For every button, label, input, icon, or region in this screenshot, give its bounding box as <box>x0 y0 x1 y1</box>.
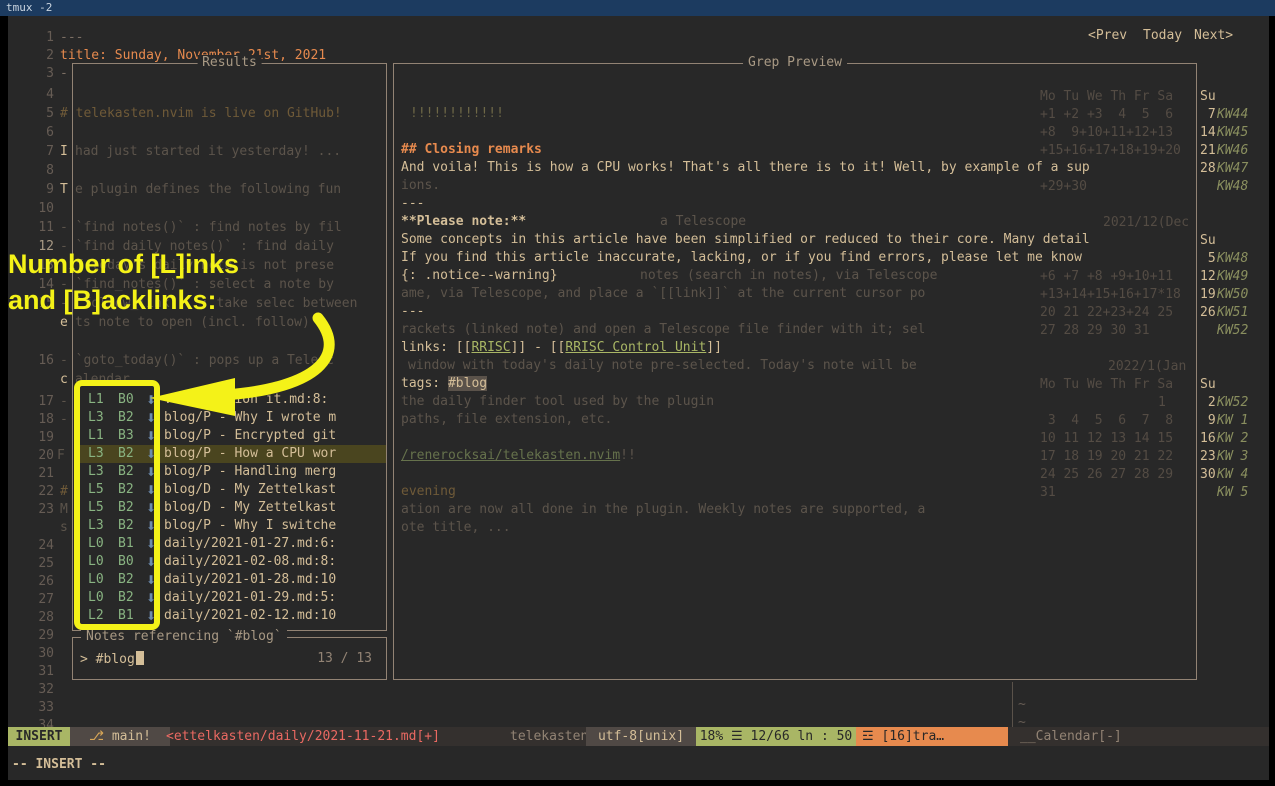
result-item-label: daily/2021-02-12.md:10 <box>164 607 336 625</box>
result-item-label: blog/P - Encrypted git <box>164 427 336 445</box>
search-prompt-input[interactable]: > #blog <box>80 651 144 669</box>
results-item[interactable]: L3 B2 ⬇ blog/P - Handling merg <box>76 463 386 481</box>
links-count-badge: L5 <box>88 499 104 517</box>
results-item[interactable]: L1 B3 ⬇ blog/P - Encrypted git <box>76 427 386 445</box>
results-item[interactable]: L0 B1 ⬇ daily/2021-01-27.md:6: <box>76 535 386 553</box>
result-item-label: ...i mention it.md:8: <box>164 391 328 409</box>
links-count-badge: L3 <box>88 445 104 463</box>
links-count-badge: L0 <box>88 571 104 589</box>
links-count-badge: L2 <box>88 607 104 625</box>
download-arrow-icon: ⬇ <box>146 535 156 553</box>
results-item[interactable]: L2 B1 ⬇ daily/2021-02-12.md:10 <box>76 607 386 625</box>
links-count-badge: L0 <box>88 589 104 607</box>
prompt-window-title: Notes referencing `#blog` <box>81 629 287 645</box>
results-item[interactable]: L5 B2 ⬇ blog/D - My Zettelkast <box>76 499 386 517</box>
backlinks-count-badge: B2 <box>118 517 134 535</box>
download-arrow-icon: ⬇ <box>146 571 156 589</box>
download-arrow-icon: ⬇ <box>146 589 156 607</box>
calendar-next-button[interactable]: Next> <box>1194 27 1233 45</box>
backlinks-count-badge: B1 <box>118 535 134 553</box>
download-arrow-icon: ⬇ <box>146 391 156 409</box>
backlinks-count-badge: B2 <box>118 499 134 517</box>
download-arrow-icon: ⬇ <box>146 553 156 571</box>
backlinks-count-badge: B1 <box>118 607 134 625</box>
download-arrow-icon: ⬇ <box>146 499 156 517</box>
backlinks-count-badge: B2 <box>118 481 134 499</box>
preview-window-title: Grep Preview <box>743 55 847 71</box>
prompt-query-text: #blog <box>96 652 135 667</box>
backlinks-count-badge: B2 <box>118 571 134 589</box>
backlinks-count-badge: B2 <box>118 589 134 607</box>
download-arrow-icon: ⬇ <box>146 427 156 445</box>
result-item-label: daily/2021-01-28.md:10 <box>164 571 336 589</box>
backlinks-count-badge: B2 <box>118 409 134 427</box>
result-item-label: blog/D - My Zettelkast <box>164 499 336 517</box>
result-item-label: blog/P - Why I wrote m <box>164 409 336 427</box>
backlinks-count-badge: B3 <box>118 427 134 445</box>
backlinks-count-badge: B2 <box>118 463 134 481</box>
calendar-today-button[interactable]: Today <box>1143 27 1182 45</box>
result-item-label: blog/P - How a CPU wor <box>164 445 336 463</box>
result-item-label: blog/D - My Zettelkast <box>164 481 336 499</box>
backlinks-count-badge: B2 <box>118 445 134 463</box>
tmux-titlebar: tmux -2 <box>0 0 1275 16</box>
result-item-label: daily/2021-02-08.md:8: <box>164 553 336 571</box>
results-item[interactable]: L3 B2 ⬇ blog/P - Why I wrote m <box>76 409 386 427</box>
results-item[interactable]: L5 B2 ⬇ blog/D - My Zettelkast <box>76 481 386 499</box>
results-item[interactable]: L3 B2 ⬇ blog/P - Why I switche <box>76 517 386 535</box>
links-count-badge: L3 <box>88 517 104 535</box>
links-count-badge: L3 <box>88 409 104 427</box>
tmux-title-text: tmux -2 <box>6 1 52 14</box>
links-count-badge: L0 <box>88 553 104 571</box>
download-arrow-icon: ⬇ <box>146 517 156 535</box>
links-count-badge: L3 <box>88 463 104 481</box>
download-arrow-icon: ⬇ <box>146 481 156 499</box>
results-window-title: Results <box>197 55 262 71</box>
download-arrow-icon: ⬇ <box>146 445 156 463</box>
links-count-badge: L5 <box>88 481 104 499</box>
links-count-badge: L0 <box>88 535 104 553</box>
download-arrow-icon: ⬇ <box>146 607 156 625</box>
links-count-badge: L1 <box>88 427 104 445</box>
backlinks-count-badge: B0 <box>118 553 134 571</box>
results-item[interactable]: L0 B0 ⬇ daily/2021-02-08.md:8: <box>76 553 386 571</box>
result-item-label: daily/2021-01-27.md:6: <box>164 535 336 553</box>
result-item-label: daily/2021-01-29.md:5: <box>164 589 336 607</box>
result-item-label: blog/P - Why I switche <box>164 517 336 535</box>
result-item-label: blog/P - Handling merg <box>164 463 336 481</box>
links-count-badge: L1 <box>88 391 104 409</box>
prompt-symbol: > <box>80 652 96 667</box>
grep-preview-window: Grep Preview <box>393 63 1197 680</box>
download-arrow-icon: ⬇ <box>146 463 156 481</box>
download-arrow-icon: ⬇ <box>146 409 156 427</box>
calendar-prev-button[interactable]: <Prev <box>1088 27 1127 45</box>
results-item[interactable]: L3 B2 ⬇ blog/P - How a CPU wor <box>76 445 386 463</box>
backlinks-count-badge: B0 <box>118 391 134 409</box>
results-item[interactable]: L0 B2 ⬇ daily/2021-01-28.md:10 <box>76 571 386 589</box>
text-cursor <box>136 651 144 665</box>
results-item[interactable]: L1 B0 ⬇ ...i mention it.md:8: <box>76 391 386 409</box>
results-item[interactable]: L0 B2 ⬇ daily/2021-01-29.md:5: <box>76 589 386 607</box>
